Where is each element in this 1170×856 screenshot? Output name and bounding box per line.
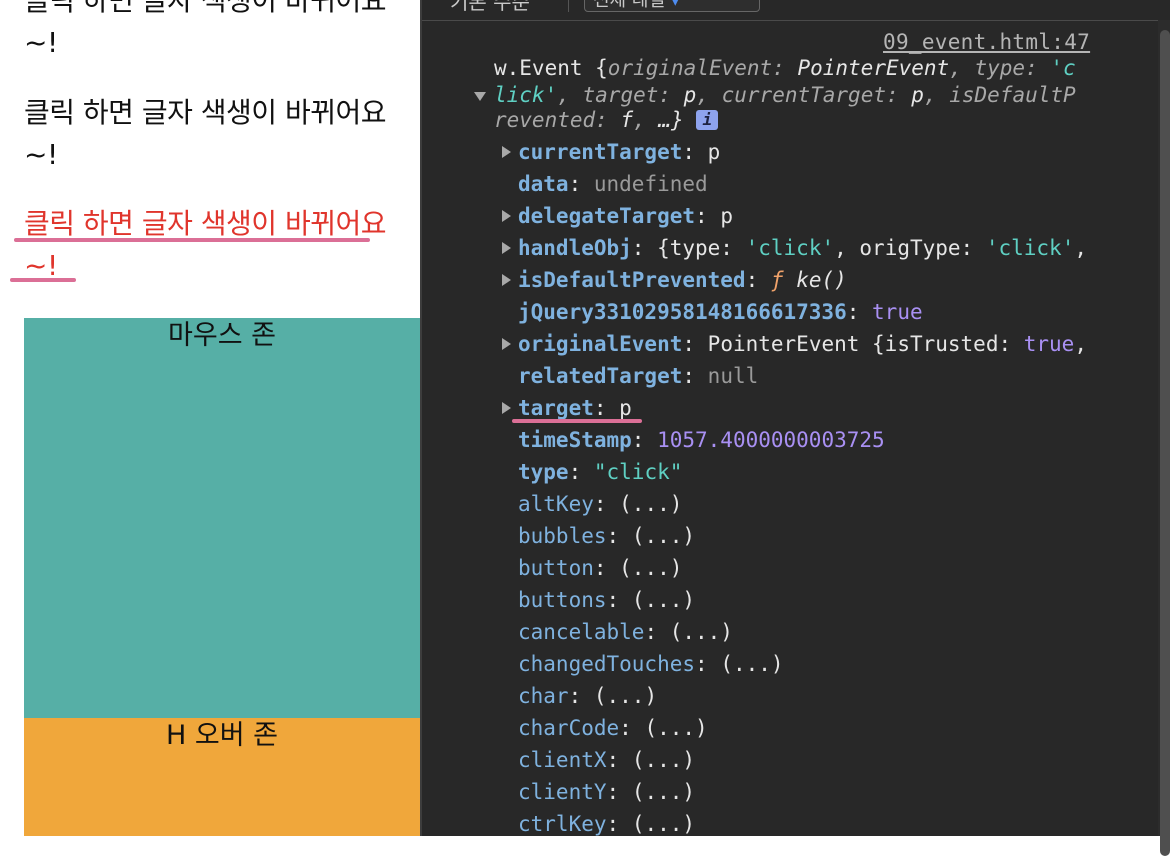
property-value: undefined — [593, 172, 708, 196]
property-key: jQuery33102958148166617336 — [518, 300, 847, 324]
property-value: ke() — [796, 268, 847, 292]
property-value: {type: 'click', origType: 'click', — [657, 236, 1088, 260]
property-row-clienty: clientY: (...) — [518, 780, 696, 804]
property-row-ctrlkey: ctrlKey: (...) — [518, 812, 696, 836]
hover-zone-box[interactable]: H 오버 존 — [24, 718, 420, 836]
property-value[interactable]: (...) — [632, 780, 695, 804]
expand-triangle-icon[interactable] — [502, 210, 511, 222]
scrollbar-thumb[interactable] — [1160, 30, 1170, 856]
devtools-console-panel: 기본 수준 전체 레벨 ▾ 09_event.html:47 w.Event {… — [420, 0, 1170, 856]
property-key: timeStamp — [518, 428, 632, 452]
property-row-currenttarget[interactable]: currentTarget: p — [518, 137, 720, 167]
property-key: changedTouches — [518, 652, 696, 676]
console-toolbar: 기본 수준 전체 레벨 ▾ — [422, 0, 1170, 21]
property-key: isDefaultPrevented — [518, 268, 746, 292]
property-row-originalevent[interactable]: originalEvent: PointerEvent {isTrusted: … — [518, 329, 1087, 359]
property-value: "click" — [593, 460, 683, 484]
property-value[interactable]: (...) — [720, 652, 783, 676]
property-value: null — [707, 364, 759, 388]
annotation-underline — [14, 238, 370, 242]
property-value[interactable]: (...) — [619, 492, 682, 516]
property-value[interactable]: (...) — [632, 748, 695, 772]
property-row-charcode: charCode: (...) — [518, 716, 708, 740]
property-row-buttons: buttons: (...) — [518, 588, 696, 612]
mouse-zone-box[interactable]: 마우스 존 — [24, 318, 420, 718]
property-row-cancelable: cancelable: (...) — [518, 620, 733, 644]
property-value[interactable]: (...) — [632, 812, 695, 836]
event-summary-line-3: revented: f, …} i — [494, 108, 719, 132]
expand-triangle-icon[interactable] — [502, 242, 511, 254]
property-row-clientx: clientX: (...) — [518, 748, 696, 772]
chevron-down-icon: ▾ — [670, 0, 680, 11]
console-scrollbar[interactable] — [1158, 20, 1170, 856]
property-value: 1057.4000000003725 — [657, 428, 885, 452]
log-level-dropdown[interactable]: 전체 레벨 ▾ — [584, 0, 760, 12]
property-row-char: char: (...) — [518, 684, 658, 708]
property-row-jquery33102958148166617336: jQuery33102958148166617336: true — [518, 300, 923, 324]
color-change-paragraph[interactable]: 클릭 하면 글자 색생이 바뀌어요~! — [24, 0, 404, 64]
info-icon[interactable]: i — [696, 110, 719, 130]
property-row-bubbles: bubbles: (...) — [518, 524, 696, 548]
expand-triangle-icon[interactable] — [502, 338, 511, 350]
property-row-timestamp: timeStamp: 1057.4000000003725 — [518, 428, 885, 452]
hover-zone-label: H 오버 존 — [166, 720, 278, 751]
property-value[interactable]: (...) — [594, 684, 657, 708]
property-row-changedtouches: changedTouches: (...) — [518, 652, 784, 676]
property-key: altKey — [518, 492, 594, 516]
property-key: charCode — [518, 716, 620, 740]
property-value[interactable]: (...) — [619, 556, 682, 580]
property-key: type — [518, 460, 569, 484]
function-icon: ƒ — [770, 268, 784, 292]
property-row-data: data: undefined — [518, 172, 708, 196]
property-key: data — [518, 172, 569, 196]
property-value[interactable]: (...) — [632, 524, 695, 548]
property-key: originalEvent — [518, 332, 683, 356]
property-row-isdefaultprevented[interactable]: isDefaultPrevented: ƒ ke() — [518, 265, 847, 295]
property-value: p — [720, 204, 733, 228]
property-value: true — [872, 300, 923, 324]
property-key: ctrlKey — [518, 812, 607, 836]
property-key: delegateTarget — [518, 204, 696, 228]
event-summary-line-1: w.Event {originalEvent: PointerEvent, ty… — [494, 56, 1076, 80]
toolbar-divider — [568, 0, 569, 12]
property-row-delegatetarget[interactable]: delegateTarget: p — [518, 201, 733, 231]
property-key: cancelable — [518, 620, 645, 644]
property-key: char — [518, 684, 569, 708]
annotation-underline — [10, 278, 76, 282]
property-value: PointerEvent {isTrusted: true, — [707, 332, 1087, 356]
property-key: button — [518, 556, 594, 580]
property-key: clientX — [518, 748, 607, 772]
mouse-zone-label: 마우스 존 — [168, 320, 276, 351]
color-change-paragraph[interactable]: 클릭 하면 글자 색생이 바뀌어요~! — [24, 92, 404, 176]
toolbar-label[interactable]: 기본 수준 — [450, 0, 530, 15]
property-row-handleobj[interactable]: handleObj: {type: 'click', origType: 'cl… — [518, 233, 1087, 263]
clicked-paragraph[interactable]: 클릭 하면 글자 색생이 바뀌어요~! — [24, 203, 404, 287]
page-viewport: 클릭 하면 글자 색생이 바뀌어요~! 클릭 하면 글자 색생이 바뀌어요~! … — [0, 0, 420, 836]
property-value[interactable]: (...) — [644, 716, 707, 740]
property-row-relatedtarget: relatedTarget: null — [518, 364, 759, 388]
property-key: currentTarget — [518, 140, 683, 164]
property-key: bubbles — [518, 524, 607, 548]
property-key: relatedTarget — [518, 364, 683, 388]
property-value[interactable]: (...) — [632, 588, 695, 612]
property-row-button: button: (...) — [518, 556, 683, 580]
property-key: handleObj — [518, 236, 632, 260]
property-value[interactable]: (...) — [670, 620, 733, 644]
expand-triangle-icon[interactable] — [502, 402, 511, 414]
annotation-underline — [512, 419, 642, 423]
property-value: p — [707, 140, 721, 164]
source-file-link[interactable]: 09_event.html:47 — [883, 30, 1090, 54]
expand-triangle-icon[interactable] — [502, 146, 511, 158]
event-summary-line-2: lick', target: p, currentTarget: p, isDe… — [494, 83, 1076, 107]
property-key: target — [518, 396, 594, 420]
property-value: p — [619, 396, 632, 420]
log-level-label: 전체 레벨 — [593, 0, 671, 11]
property-row-altkey: altKey: (...) — [518, 492, 683, 516]
expand-triangle-icon[interactable] — [502, 274, 511, 286]
property-key: clientY — [518, 780, 607, 804]
property-row-type: type: "click" — [518, 460, 683, 484]
property-key: buttons — [518, 588, 607, 612]
collapse-triangle-icon[interactable] — [474, 92, 486, 101]
